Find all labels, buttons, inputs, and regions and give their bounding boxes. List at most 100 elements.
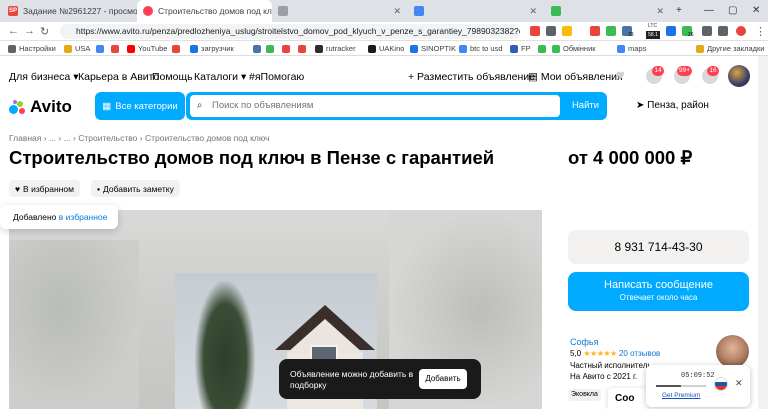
rating-value: 5,0 bbox=[570, 349, 582, 358]
search-input[interactable]: ⌕ Поиск по объявлениям bbox=[190, 95, 560, 117]
maximize-icon[interactable]: ▢ bbox=[728, 0, 737, 22]
chat-badge: 99+ bbox=[677, 66, 693, 76]
bookmark-g[interactable] bbox=[172, 42, 183, 55]
tab-fourth[interactable]: ✕ bbox=[408, 0, 543, 22]
bookmark-usa[interactable]: USA bbox=[64, 42, 90, 55]
url-input[interactable]: https://www.avito.ru/penza/predlozheniya… bbox=[60, 24, 520, 39]
bookmark-other[interactable]: Другие закладки bbox=[696, 42, 764, 55]
seller-avatar[interactable] bbox=[716, 335, 749, 368]
page-favicon-icon bbox=[414, 6, 424, 16]
add-note-label: Добавить заметку bbox=[103, 183, 174, 194]
tab-third[interactable]: ✕ bbox=[272, 0, 407, 22]
tab-label: Строительство домов под ключ с bbox=[158, 6, 272, 16]
russia-flag-icon[interactable] bbox=[714, 377, 728, 391]
location-selector[interactable]: ➤ Пенза, район bbox=[636, 100, 709, 111]
reviews-link[interactable]: 20 отзывов bbox=[619, 349, 660, 358]
extension-icon[interactable] bbox=[606, 26, 616, 36]
bookmark-fp[interactable]: FP bbox=[510, 42, 531, 55]
scrollbar[interactable] bbox=[758, 56, 768, 409]
seller-since: На Авито с 2021 г. bbox=[570, 372, 638, 381]
get-premium-link[interactable]: Get Premium bbox=[662, 392, 700, 399]
breadcrumb-home[interactable]: Главная bbox=[9, 133, 41, 143]
bookmark-rutracker[interactable]: rutracker bbox=[315, 42, 356, 55]
reload-icon[interactable]: ↻ bbox=[40, 25, 49, 38]
location-label: Пенза, район bbox=[647, 100, 709, 111]
close-icon[interactable]: ✕ bbox=[393, 6, 401, 17]
window-close-icon[interactable]: ✕ bbox=[752, 0, 760, 22]
tree-shape bbox=[195, 281, 255, 409]
bookmark-label: UAKino bbox=[379, 44, 405, 53]
breadcrumb-item[interactable]: ... bbox=[49, 133, 56, 143]
extension-icon[interactable] bbox=[562, 26, 572, 36]
blurred-background bbox=[9, 240, 139, 409]
breadcrumb-item[interactable]: ... bbox=[64, 133, 71, 143]
search-button[interactable]: Найти bbox=[564, 92, 607, 120]
progress-bar[interactable] bbox=[656, 385, 706, 387]
tab-fifth[interactable]: ✕ bbox=[545, 0, 670, 22]
help-link[interactable]: Помощь bbox=[152, 71, 193, 83]
bookmark-exchanger[interactable]: Обмінник bbox=[552, 42, 596, 55]
extensions-puzzle-icon[interactable] bbox=[702, 26, 712, 36]
career-link[interactable]: Карьера в Авито bbox=[78, 71, 159, 83]
seller-name[interactable]: Софья bbox=[570, 337, 598, 347]
catalogs-link[interactable]: Каталоги ▾ bbox=[194, 71, 246, 83]
bookmark-red[interactable] bbox=[282, 42, 293, 55]
rutracker-icon bbox=[315, 44, 323, 53]
ext-badge-33: 33 bbox=[628, 32, 634, 38]
favorite-label: В избранном bbox=[23, 183, 74, 194]
bookmark-gmail[interactable] bbox=[111, 42, 122, 55]
heart-icon[interactable]: ♥ bbox=[616, 67, 625, 84]
bookmark-green[interactable] bbox=[266, 42, 277, 55]
timer-text: 05:09:52 bbox=[681, 372, 715, 380]
bookmark-uakino[interactable]: UAKino bbox=[368, 42, 404, 55]
write-message-button[interactable]: Написать сообщение Отвечает около часа bbox=[568, 272, 749, 311]
extension-icon[interactable] bbox=[666, 26, 676, 36]
search-bar: ⌕ Поиск по объявлениям Найти bbox=[186, 92, 607, 120]
tab-avito[interactable]: Строительство домов под ключ с ✕ bbox=[137, 0, 272, 22]
menu-icon[interactable]: ⋮ bbox=[755, 25, 766, 38]
profile-icon[interactable] bbox=[736, 26, 746, 36]
bookmark-google[interactable] bbox=[96, 42, 107, 55]
bookmark-youtube[interactable]: YouTube bbox=[127, 42, 167, 55]
close-icon[interactable]: ✕ bbox=[656, 6, 664, 17]
close-icon[interactable]: ✕ bbox=[529, 6, 537, 17]
show-phone-button[interactable]: 8 931 714-43-30 bbox=[568, 230, 749, 264]
bookmark-loader[interactable]: загрузчик bbox=[190, 42, 234, 55]
favorite-button[interactable]: ♥ В избранном bbox=[9, 180, 80, 197]
bookmark-sinoptik[interactable]: SINOPTIK bbox=[410, 42, 456, 55]
cart-badge: 16 bbox=[707, 66, 719, 76]
back-icon[interactable]: ← bbox=[8, 25, 19, 37]
bookmark-green2[interactable] bbox=[538, 42, 549, 55]
new-tab-icon[interactable]: + bbox=[676, 0, 682, 22]
favorites-link[interactable]: в избранное bbox=[59, 212, 108, 222]
add-to-collection-button[interactable]: Добавить bbox=[419, 369, 467, 389]
post-ad-link[interactable]: + Разместить объявление bbox=[408, 71, 535, 83]
bookmark-settings[interactable]: Настройки bbox=[8, 42, 56, 55]
extension-icon[interactable] bbox=[590, 26, 600, 36]
breadcrumb-construction[interactable]: Строительство bbox=[78, 133, 137, 143]
page-favicon-icon bbox=[278, 6, 288, 16]
minimize-icon[interactable]: — bbox=[704, 0, 714, 22]
breadcrumb-turnkey[interactable]: Строительство домов под ключ bbox=[145, 133, 270, 143]
ipomogayu-link[interactable]: #яПомогаю bbox=[249, 71, 304, 83]
avito-dots-icon bbox=[9, 100, 27, 114]
tab-zadanie[interactable]: SP Задание №2961227 - просмотр з ✕ bbox=[2, 0, 137, 22]
extension-icon[interactable] bbox=[530, 26, 540, 36]
bookmark-vk[interactable] bbox=[253, 42, 264, 55]
bookmark-red2[interactable] bbox=[298, 42, 309, 55]
add-note-button[interactable]: ▪ Добавить заметку bbox=[91, 180, 180, 197]
avito-logo[interactable]: Avito bbox=[9, 97, 72, 117]
media-icon[interactable] bbox=[718, 26, 728, 36]
close-icon[interactable]: ✕ bbox=[735, 378, 743, 389]
for-business-link[interactable]: Для бизнеса ▾ bbox=[9, 71, 78, 83]
bookmark-maps[interactable]: maps bbox=[617, 42, 646, 55]
logo-text: Avito bbox=[30, 97, 72, 116]
all-categories-button[interactable]: ▦ Все категории bbox=[95, 92, 185, 120]
my-ads-link[interactable]: ▤ Мои объявления bbox=[528, 71, 623, 83]
extension-icon[interactable] bbox=[546, 26, 556, 36]
forward-icon[interactable]: → bbox=[24, 25, 35, 37]
ltc-label: LTC bbox=[648, 23, 658, 29]
bookmark-btc[interactable]: btc to usd bbox=[459, 42, 503, 55]
user-avatar[interactable] bbox=[728, 65, 750, 87]
g-icon bbox=[172, 44, 180, 53]
